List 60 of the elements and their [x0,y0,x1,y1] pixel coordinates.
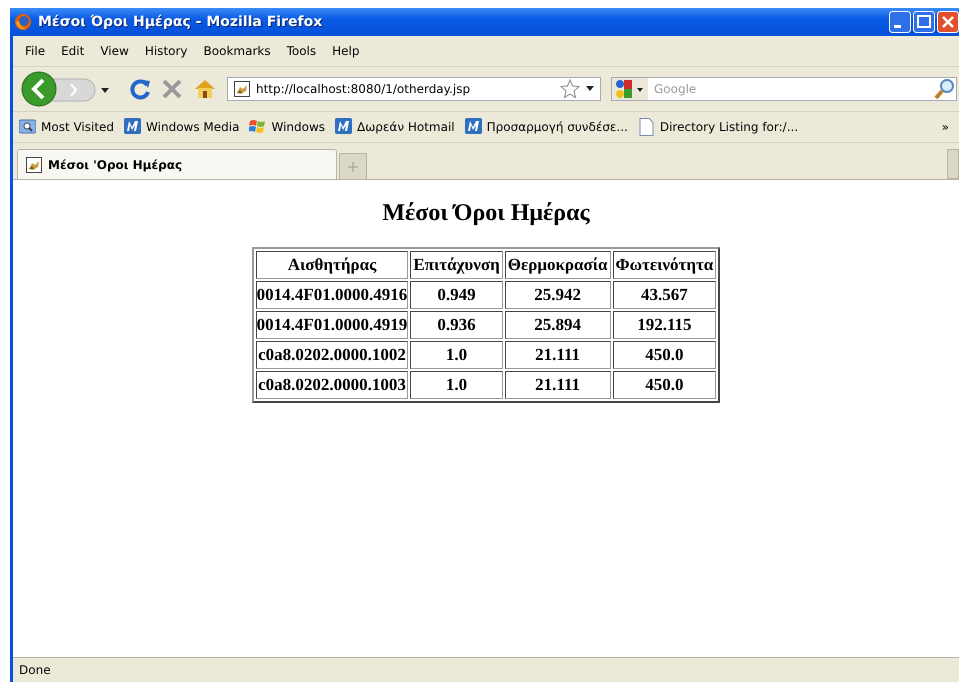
table-cell: c0a8.0202.0000.1003 [256,371,408,399]
stop-icon[interactable] [161,78,183,100]
close-icon[interactable] [937,11,959,33]
menu-item[interactable]: Help [326,42,366,60]
menu-item[interactable]: View [94,42,135,60]
bookmark-link[interactable]: Directory Listing for:/... [660,120,798,134]
table-cell: 25.894 [504,311,610,339]
table-cell: 0.936 [410,311,503,339]
m-logo-icon [464,118,482,136]
page-icon [638,118,655,136]
bookmark-link[interactable]: Windows [271,120,326,134]
bookmark-link[interactable]: Προσαρμογή συνδέσε... [486,120,628,134]
column-header: Επιτάχυνση [410,251,503,279]
browser-tab[interactable]: Μέσοι 'Οροι Ημέρας [17,149,337,179]
table-cell: 43.567 [612,281,716,309]
site-icon [26,156,42,172]
column-header: Θερμοκρασία [504,251,610,279]
menu-item[interactable]: History [138,42,194,60]
site-icon [234,81,250,97]
table-cell: c0a8.0202.0000.1002 [256,341,408,369]
table-cell: 1.0 [410,341,503,369]
table-cell: 0014.4F01.0000.4916 [256,281,408,309]
table-cell: 21.111 [504,371,610,399]
menu-item[interactable]: Tools [280,42,322,60]
address-field[interactable]: http://localhost:8080/1/otherday.jsp [227,77,601,101]
bookmark-folder-icon [19,118,36,136]
search-icon[interactable] [934,78,956,100]
menu-item[interactable]: Bookmarks [198,42,277,60]
table-cell: 0014.4F01.0000.4919 [256,311,408,339]
overflow-chevron[interactable]: » [942,120,949,134]
bookmark-link[interactable]: Windows Media [146,120,240,134]
windows-logo-icon [249,118,266,136]
search-bar[interactable]: Google [611,77,957,101]
status-text: Done [19,663,51,677]
search-field[interactable]: Google [652,81,930,97]
table-cell: 0.949 [410,281,503,309]
column-header: Φωτεινότητα [612,251,716,279]
dropdown-icon[interactable] [586,86,594,92]
column-header: Αισθητήρας [256,251,408,279]
page-heading: Μέσοι Όροι Ημέρας [381,200,591,227]
bookmark-link[interactable]: Δωρεάν Hotmail [357,120,455,134]
reload-icon[interactable] [129,78,151,100]
window-title: Μέσοι Όροι Ημέρας - Mozilla Firefox [38,14,324,30]
maximize-icon[interactable] [913,11,935,33]
table-cell: 1.0 [410,371,503,399]
menu-item[interactable]: Edit [55,42,90,60]
table-cell: 192.115 [612,311,716,339]
table-cell: 25.942 [504,281,610,309]
table-cell: 450.0 [612,341,716,369]
m-logo-icon [124,118,142,136]
m-logo-icon [335,118,352,136]
table-cell: 450.0 [612,371,716,399]
home-icon[interactable] [193,78,217,100]
table-cell: 21.111 [504,341,610,369]
menu-item[interactable]: File [19,42,52,60]
firefox-icon [14,13,32,31]
bookmark-link[interactable]: Most Visited [41,120,114,134]
minimize-icon[interactable] [889,11,911,33]
star-icon[interactable] [560,79,580,99]
search-engine-icon[interactable] [612,78,648,100]
